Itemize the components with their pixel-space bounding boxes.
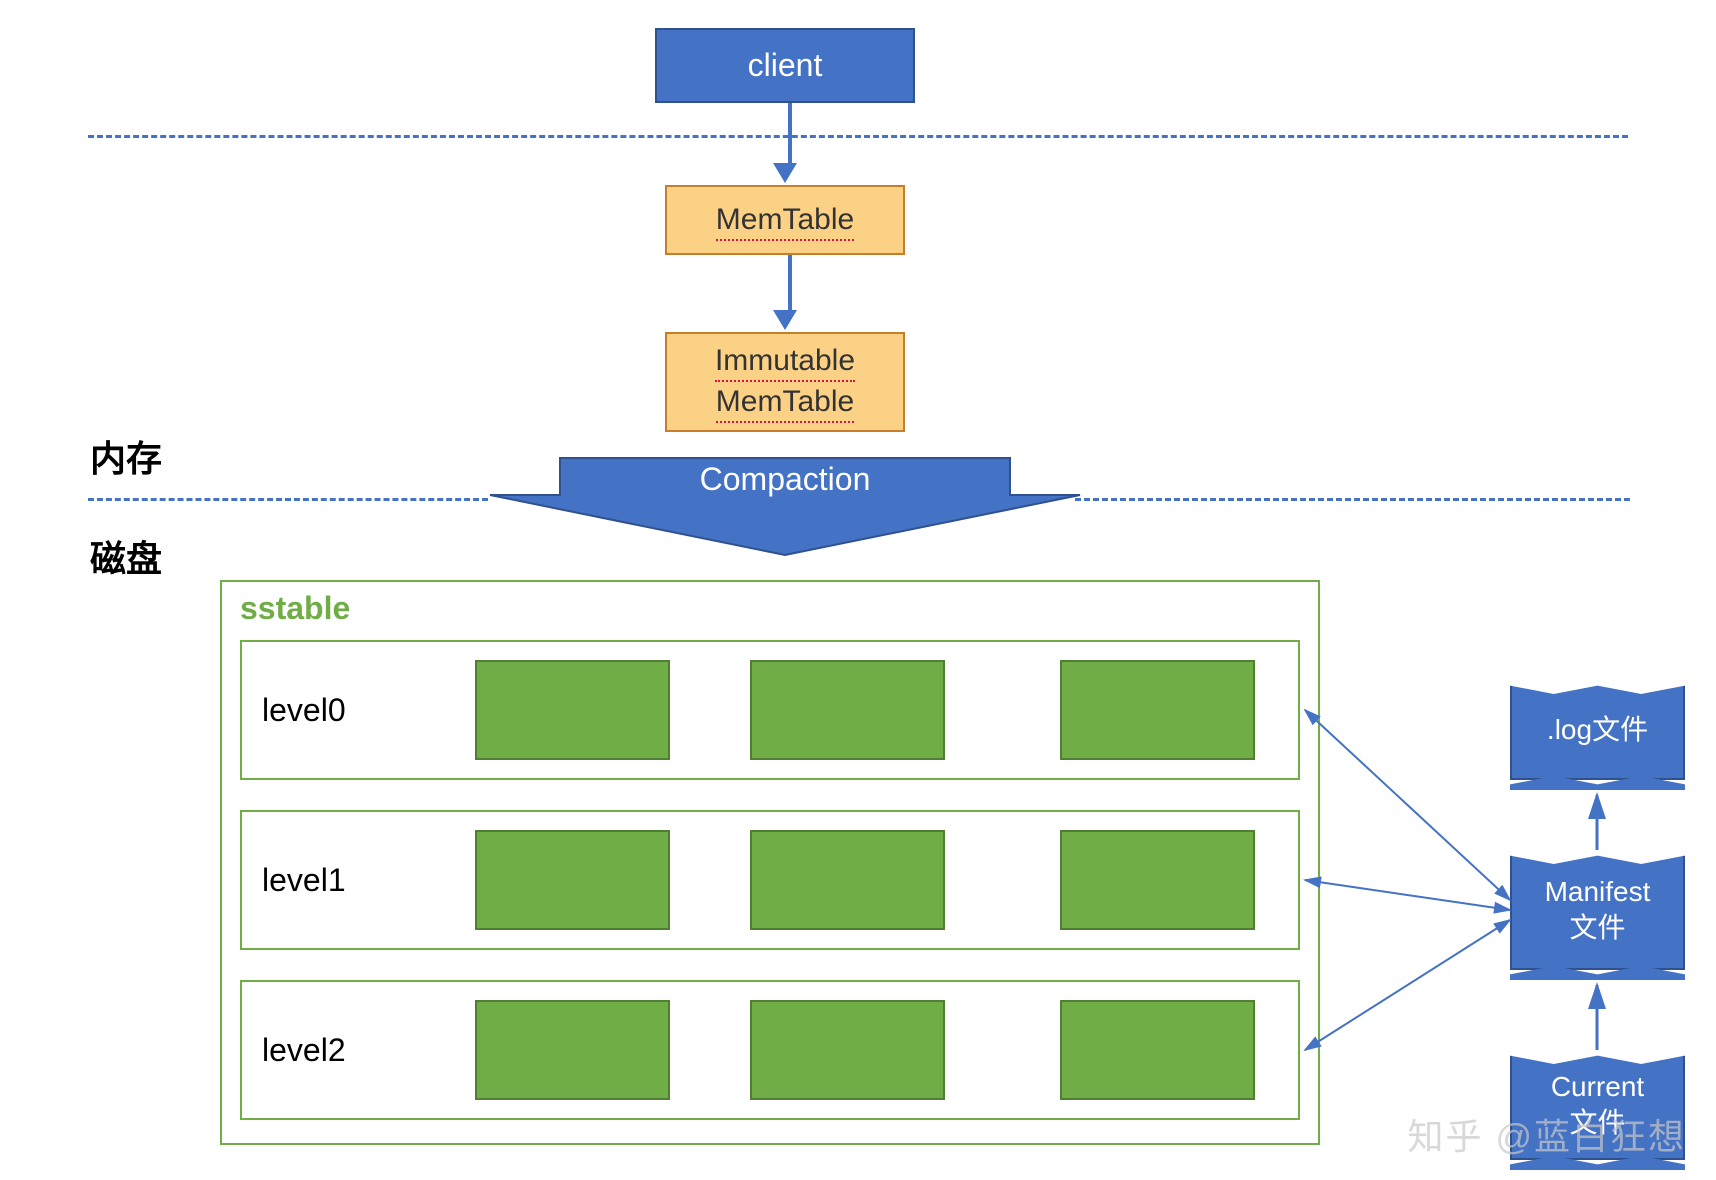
level0-block-3 (1060, 660, 1255, 760)
arrow-memtable-immutable (783, 255, 797, 330)
manifest-label-2: 文件 (1569, 912, 1625, 943)
level2-block-2 (750, 1000, 945, 1100)
log-file-label: .log文件 (1547, 712, 1648, 748)
watermark-text: 知乎 @蓝白狂想 (1407, 1108, 1686, 1160)
level0-label: level0 (262, 692, 346, 729)
current-label-1: Current (1551, 1071, 1644, 1102)
level0-block-1 (475, 660, 670, 760)
level2-block-1 (475, 1000, 670, 1100)
dashed-divider-top (88, 135, 1628, 138)
arrow-client-memtable (783, 103, 797, 183)
immutable-label-1: Immutable (715, 341, 855, 382)
level2-label: level2 (262, 1032, 346, 1069)
level0-block-2 (750, 660, 945, 760)
level1-label: level1 (262, 862, 346, 899)
level1-block-2 (750, 830, 945, 930)
level1-block-1 (475, 830, 670, 930)
client-node: client (655, 28, 915, 103)
immutable-memtable-node: Immutable MemTable (665, 332, 905, 432)
disk-section-label: 磁盘 (90, 530, 162, 582)
dashed-divider-middle-right (1075, 498, 1630, 501)
memory-section-label: 内存 (90, 430, 162, 482)
level1-block-3 (1060, 830, 1255, 930)
compaction-label: Compaction (700, 461, 871, 497)
sstable-title: sstable (240, 590, 350, 627)
dashed-divider-middle-left (88, 498, 488, 501)
memtable-label: MemTable (716, 200, 854, 241)
manifest-label-1: Manifest (1545, 876, 1651, 907)
log-file-node: .log文件 (1510, 680, 1685, 780)
client-label: client (748, 47, 823, 84)
memtable-node: MemTable (665, 185, 905, 255)
level2-block-3 (1060, 1000, 1255, 1100)
immutable-label-2: MemTable (716, 382, 854, 423)
manifest-file-node: Manifest 文件 (1510, 850, 1685, 970)
compaction-arrow-icon: Compaction (485, 450, 1085, 560)
